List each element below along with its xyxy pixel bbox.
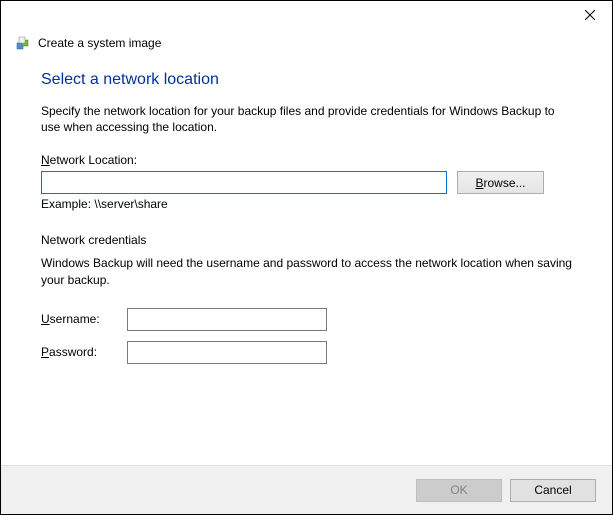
close-icon <box>585 10 595 20</box>
titlebar <box>1 1 612 31</box>
browse-button[interactable]: Browse... <box>457 171 544 194</box>
password-row: Password: <box>41 341 572 364</box>
footer: OK Cancel <box>1 465 612 514</box>
network-location-row: Browse... <box>41 171 572 194</box>
network-location-label: Network Location: <box>41 153 572 167</box>
username-input[interactable] <box>127 308 327 331</box>
page-description: Specify the network location for your ba… <box>41 103 572 135</box>
network-location-example: Example: \\server\share <box>41 197 572 211</box>
credentials-description: Windows Backup will need the username an… <box>41 255 572 287</box>
header-row: Create a system image <box>1 31 612 61</box>
password-input[interactable] <box>127 341 327 364</box>
cancel-button[interactable]: Cancel <box>510 479 596 502</box>
close-button[interactable] <box>567 1 612 29</box>
backup-icon <box>15 35 31 51</box>
credentials-section-label: Network credentials <box>41 233 572 247</box>
page-heading: Select a network location <box>41 71 572 89</box>
window-title: Create a system image <box>38 36 161 50</box>
username-label: Username: <box>41 312 127 326</box>
password-label: Password: <box>41 345 127 359</box>
ok-button: OK <box>416 479 502 502</box>
content-area: Select a network location Specify the ne… <box>1 61 612 364</box>
network-location-input[interactable] <box>41 171 447 194</box>
username-row: Username: <box>41 308 572 331</box>
